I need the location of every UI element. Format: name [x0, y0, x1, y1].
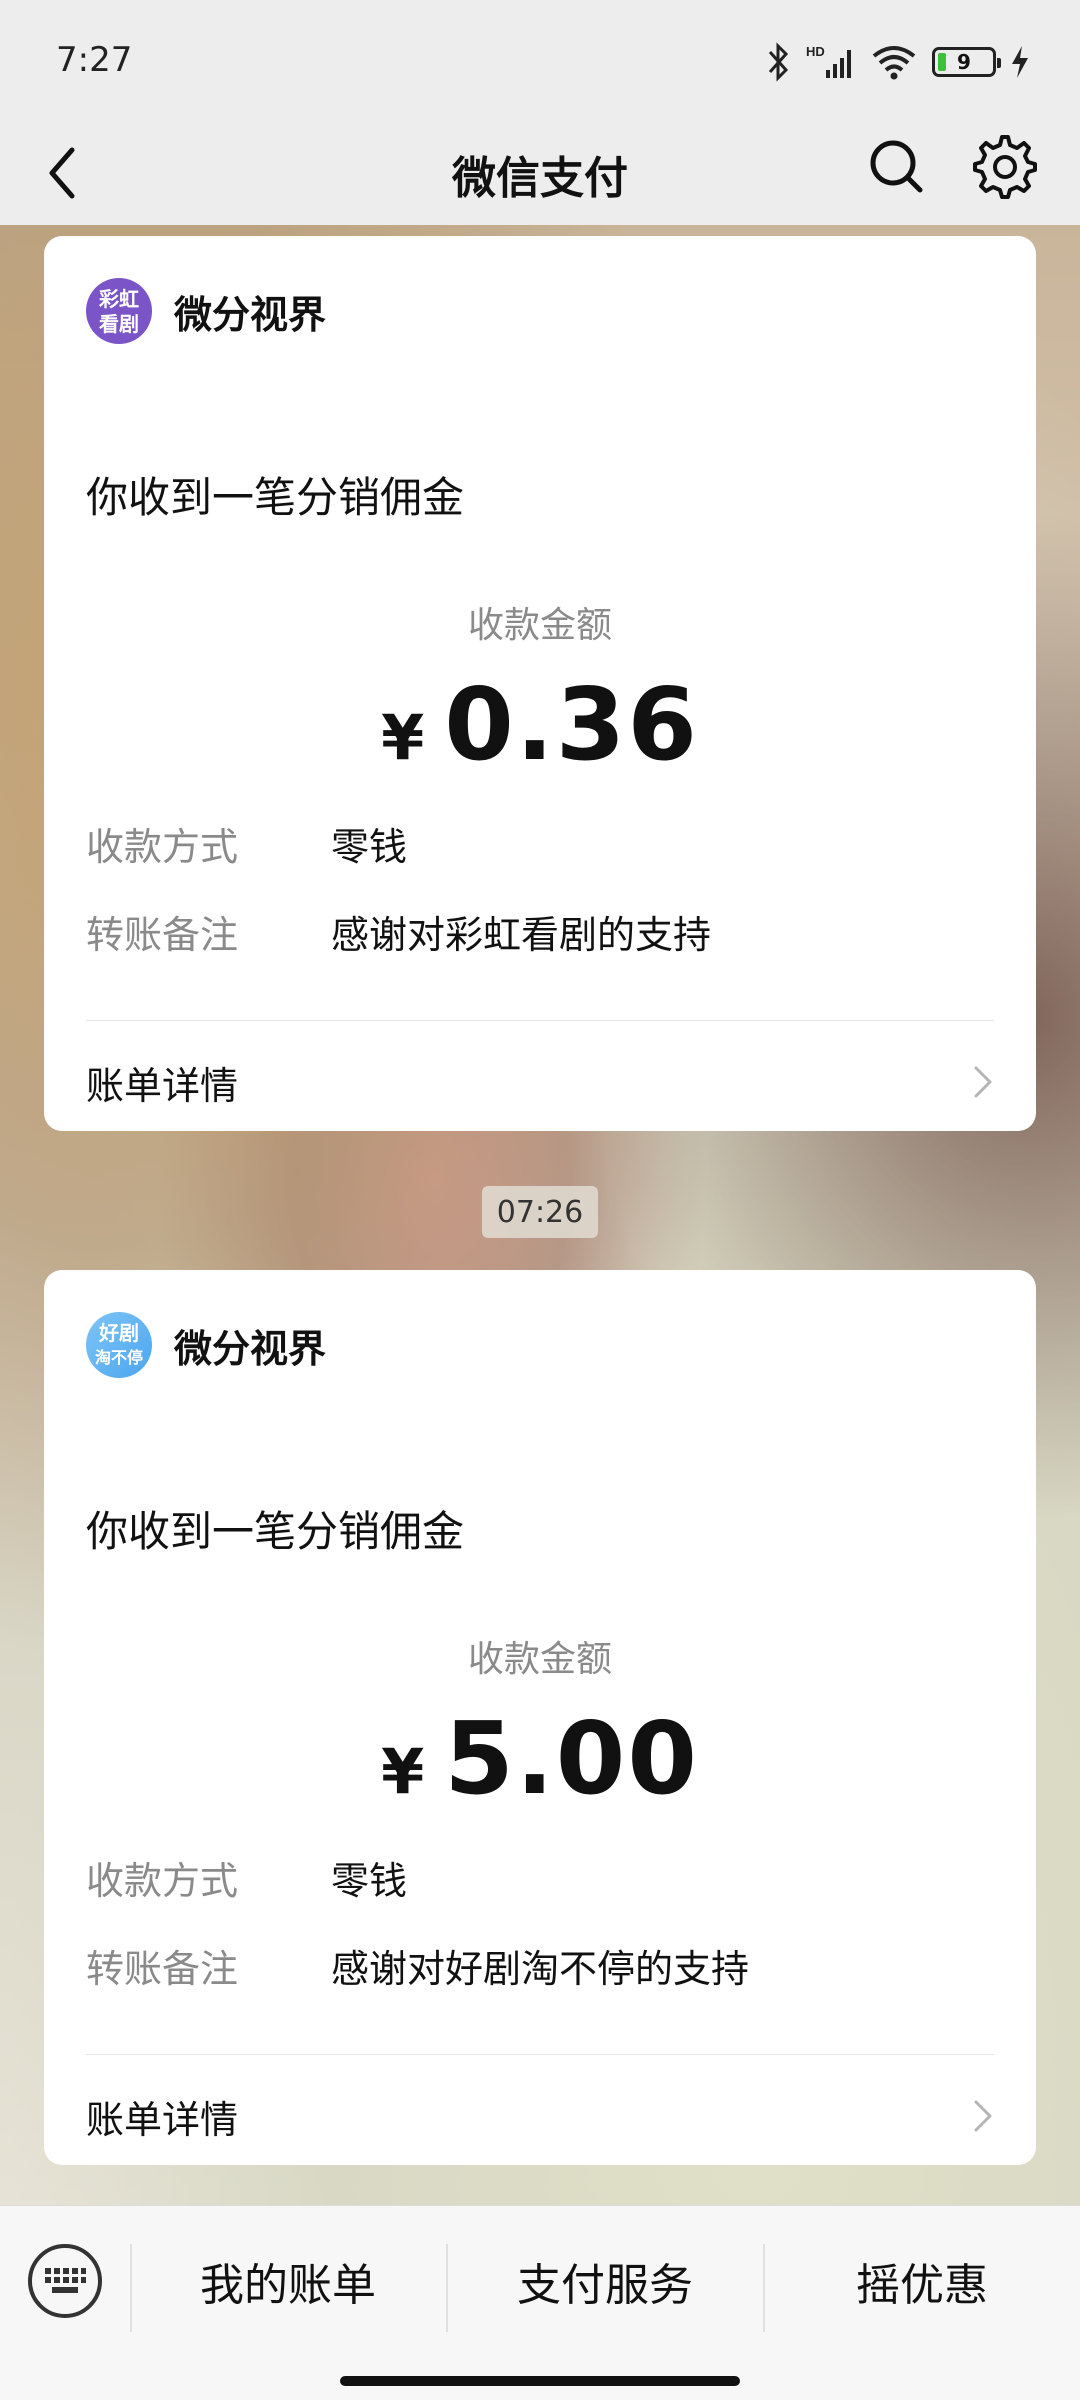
payment-method-row: 收款方式 零钱 — [86, 1850, 407, 1905]
merchant-row: 彩虹 看剧 微分视界 — [86, 278, 326, 344]
chevron-right-icon — [974, 2100, 992, 2132]
transfer-remark-row: 转账备注 感谢对好剧淘不停的支持 — [86, 1938, 749, 1993]
bill-detail-link[interactable]: 账单详情 — [86, 2086, 998, 2146]
amount-row: ¥ 0.36 — [44, 666, 1036, 783]
amount-label: 收款金额 — [467, 605, 612, 646]
method-value: 零钱 — [331, 825, 408, 869]
amount-row: ¥ 5.00 — [44, 1700, 1036, 1817]
chevron-right-icon — [974, 1066, 992, 1098]
message-timestamp: 07:26 — [482, 1186, 598, 1238]
status-bar: 7:27 HD 9 — [0, 0, 1080, 120]
battery-icon: 9 — [932, 47, 1001, 77]
currency-symbol: ¥ — [381, 701, 425, 774]
divider — [86, 1020, 994, 1021]
status-time: 7:27 — [56, 40, 133, 80]
currency-symbol: ¥ — [381, 1735, 425, 1808]
bill-detail-link[interactable]: 账单详情 — [86, 1052, 998, 1112]
divider — [86, 2054, 994, 2055]
method-label: 收款方式 — [86, 1859, 239, 1903]
transfer-remark-row: 转账备注 感谢对彩虹看剧的支持 — [86, 904, 711, 959]
method-value: 零钱 — [331, 1859, 408, 1903]
home-indicator[interactable] — [340, 2376, 740, 2386]
amount-value: 5.00 — [444, 1700, 699, 1817]
hd-label: HD — [806, 44, 825, 59]
amount-value: 0.36 — [444, 666, 699, 783]
remark-value: 感谢对好剧淘不停的支持 — [331, 1947, 750, 1991]
bluetooth-icon — [768, 42, 789, 82]
merchant-avatar: 好剧 淘不停 — [86, 1312, 152, 1378]
merchant-row: 好剧 淘不停 微分视界 — [86, 1312, 326, 1378]
remark-label: 转账备注 — [86, 1947, 239, 1991]
status-icons: HD 9 — [766, 38, 1030, 86]
wifi-icon — [872, 46, 916, 80]
payment-message-card[interactable]: 彩虹 看剧 微分视界 你收到一笔分销佣金 收款金额 ¥ 0.36 收款方式 零钱… — [44, 236, 1036, 1131]
notice-title: 你收到一笔分销佣金 — [86, 473, 465, 522]
method-label: 收款方式 — [86, 825, 239, 869]
merchant-avatar: 彩虹 看剧 — [86, 278, 152, 344]
nav-bar: 微信支付 — [0, 120, 1080, 225]
notice-title: 你收到一笔分销佣金 — [86, 1507, 465, 1556]
menu-my-bills[interactable]: 我的账单 — [130, 2206, 446, 2356]
amount-label: 收款金额 — [467, 1639, 612, 1680]
bottom-menu-bar: 我的账单 支付服务 摇优惠 — [0, 2205, 1080, 2400]
payment-message-card[interactable]: 好剧 淘不停 微分视界 你收到一笔分销佣金 收款金额 ¥ 5.00 收款方式 零… — [44, 1270, 1036, 2165]
merchant-name: 微分视界 — [174, 292, 327, 337]
signal-icon: HD — [806, 44, 851, 78]
battery-level: 9 — [957, 50, 971, 74]
gear-icon[interactable] — [970, 132, 1040, 202]
search-icon[interactable] — [862, 132, 932, 202]
merchant-name: 微分视界 — [174, 1326, 327, 1371]
bill-detail-label: 账单详情 — [86, 1063, 239, 1108]
keyboard-toggle-button[interactable] — [28, 2244, 102, 2318]
menu-payment-services[interactable]: 支付服务 — [447, 2206, 763, 2356]
bill-detail-label: 账单详情 — [86, 2097, 239, 2142]
payment-method-row: 收款方式 零钱 — [86, 816, 407, 871]
charging-icon — [1012, 46, 1028, 78]
remark-value: 感谢对彩虹看剧的支持 — [331, 913, 712, 957]
remark-label: 转账备注 — [86, 913, 239, 957]
menu-shake-discounts[interactable]: 摇优惠 — [764, 2206, 1080, 2356]
keyboard-icon — [45, 2268, 86, 2293]
